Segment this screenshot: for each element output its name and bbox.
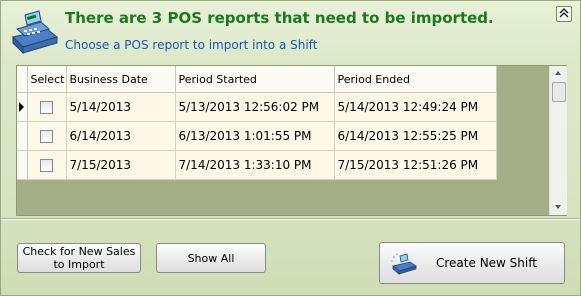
page-subtitle: Choose a POS report to import into a Shi…: [65, 38, 318, 52]
select-checkbox[interactable]: [40, 130, 53, 143]
period-started-cell[interactable]: 5/13/2013 12:56:02 PM: [175, 92, 335, 122]
table-row[interactable]: 5/14/2013 5/13/2013 12:56:02 PM 5/14/201…: [17, 92, 497, 122]
row-header[interactable]: [17, 92, 28, 122]
period-ended-cell[interactable]: 7/15/2013 12:51:26 PM: [334, 150, 497, 180]
double-chevron-up-icon: [559, 8, 569, 18]
column-header-period-started[interactable]: Period Started: [175, 66, 335, 93]
create-new-shift-label: Create New Shift: [436, 256, 537, 270]
column-header-select[interactable]: Select: [27, 66, 67, 93]
period-ended-cell[interactable]: 5/14/2013 12:49:24 PM: [334, 92, 497, 122]
check-new-sales-button[interactable]: Check for New Sales to Import: [17, 243, 141, 273]
row-header[interactable]: [17, 121, 28, 151]
period-started-cell[interactable]: 6/13/2013 1:01:55 PM: [175, 121, 335, 151]
business-date-cell[interactable]: 5/14/2013: [66, 92, 176, 122]
column-header-period-ended[interactable]: Period Ended: [334, 66, 497, 93]
scroll-down-arrow-icon[interactable]: [555, 205, 561, 209]
column-header-business-date[interactable]: Business Date: [66, 66, 176, 93]
section-divider: [1, 218, 580, 219]
current-row-arrow-icon: [19, 102, 24, 112]
table-header-row: Select Business Date Period Started Peri…: [17, 66, 497, 93]
table-row[interactable]: 7/15/2013 7/14/2013 1:33:10 PM 7/15/2013…: [17, 150, 497, 180]
pos-reports-grid: Select Business Date Period Started Peri…: [16, 65, 567, 216]
page-title: There are 3 POS reports that need to be …: [65, 9, 494, 27]
select-cell[interactable]: [27, 92, 67, 122]
panel-header: There are 3 POS reports that need to be …: [1, 1, 580, 63]
scroll-up-arrow-icon[interactable]: [555, 71, 561, 75]
row-header[interactable]: [17, 150, 28, 180]
period-started-cell[interactable]: 7/14/2013 1:33:10 PM: [175, 150, 335, 180]
table-row[interactable]: 6/14/2013 6/13/2013 1:01:55 PM 6/14/2013…: [17, 121, 497, 151]
vertical-scrollbar[interactable]: [549, 66, 567, 215]
create-new-shift-button[interactable]: Create New Shift: [379, 242, 565, 284]
show-all-button[interactable]: Show All: [156, 243, 266, 273]
cash-register-icon: [391, 253, 417, 275]
collapse-button[interactable]: [556, 6, 572, 22]
row-header-corner: [17, 66, 28, 93]
select-checkbox[interactable]: [40, 101, 53, 114]
select-checkbox[interactable]: [40, 159, 53, 172]
cash-register-icon: [7, 7, 61, 57]
scrollbar-thumb[interactable]: [552, 82, 566, 102]
select-cell[interactable]: [27, 121, 67, 151]
select-cell[interactable]: [27, 150, 67, 180]
pos-reports-table: Select Business Date Period Started Peri…: [17, 66, 497, 180]
period-ended-cell[interactable]: 6/14/2013 12:55:25 PM: [334, 121, 497, 151]
import-pos-reports-panel: There are 3 POS reports that need to be …: [0, 0, 581, 296]
business-date-cell[interactable]: 6/14/2013: [66, 121, 176, 151]
business-date-cell[interactable]: 7/15/2013: [66, 150, 176, 180]
